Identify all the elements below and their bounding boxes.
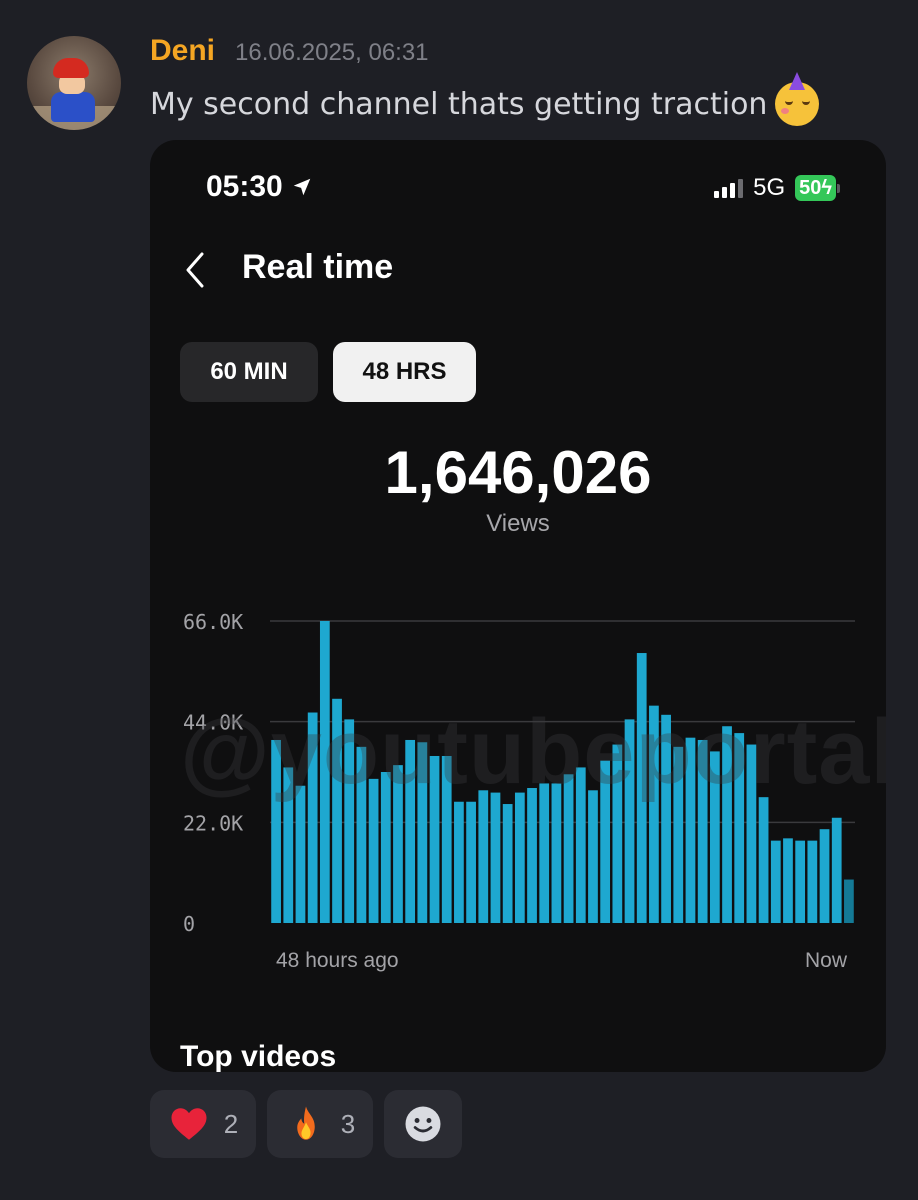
reaction-fire[interactable]: 3 (267, 1090, 373, 1158)
attached-screenshot[interactable]: 05:30 5G 50 ϟ Real time 60 MIN 48 HRS 1,6… (150, 140, 886, 1072)
heart-icon (171, 1108, 207, 1140)
partying-face-icon (775, 72, 820, 126)
chart-bar (795, 840, 806, 923)
chart-bar (478, 790, 489, 923)
chart-bar (819, 829, 830, 923)
chart-canvas: 66.0K44.0K22.0K048 hours ago Now (183, 610, 855, 972)
add-reaction-button[interactable] (384, 1090, 462, 1158)
y-tick-label: 0 (183, 912, 195, 936)
reaction-heart[interactable]: 2 (150, 1090, 256, 1158)
add-reaction-smile-icon (405, 1106, 441, 1142)
username[interactable]: Deni (150, 34, 215, 68)
party-cheek (781, 108, 790, 114)
chart-bar (466, 801, 476, 923)
message-header: Deni 16.06.2025, 06:31 (150, 34, 429, 68)
chart-bar (807, 840, 818, 923)
reaction-fire-count: 3 (340, 1108, 356, 1139)
y-tick-label: 66.0K (183, 610, 243, 634)
message-timestamp: 16.06.2025, 06:31 (235, 39, 429, 66)
reaction-heart-count: 2 (223, 1108, 239, 1139)
chart-bar (831, 817, 842, 923)
chart-bar (844, 879, 854, 923)
y-tick-label: 22.0K (183, 811, 243, 835)
fire-icon (297, 1106, 315, 1140)
chart-bar (783, 838, 793, 923)
chart-bar (527, 788, 537, 923)
top-videos-heading: Top videos (180, 1040, 337, 1072)
views-bar-chart: 66.0K 44.0K 22.0K 0 48 hours ago Now (150, 140, 886, 1072)
chart-bar (502, 804, 513, 923)
chart-bar (588, 790, 598, 923)
message-text-row: My second channel thats getting traction (150, 72, 820, 126)
avatar-figure-cap (53, 58, 89, 78)
watermark-text: @youtubeportall (180, 701, 886, 803)
chart-bar (770, 840, 781, 923)
x-start-label: 48 hours ago (276, 949, 399, 972)
chart-bar (490, 792, 501, 923)
chart-bar (295, 785, 306, 923)
x-end-label: Now (805, 949, 848, 972)
chart-bar (454, 801, 464, 923)
message-text: My second channel thats getting traction (150, 86, 768, 122)
avatar[interactable] (27, 36, 121, 130)
chart-bar (514, 792, 525, 923)
party-hat (789, 72, 806, 90)
avatar-figure-body (51, 92, 95, 122)
chart-bar (758, 797, 769, 923)
